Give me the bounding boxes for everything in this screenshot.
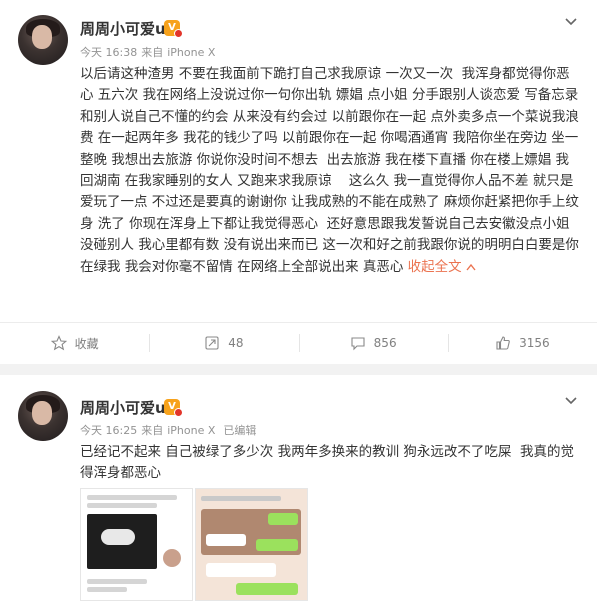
post-source[interactable]: iPhone X: [167, 424, 215, 437]
vip-badge-icon[interactable]: V: [164, 20, 183, 38]
vip-badge-icon[interactable]: V: [164, 399, 183, 417]
image-thumbnail-2[interactable]: [195, 488, 308, 601]
chevron-down-icon[interactable]: [563, 14, 579, 30]
favorite-label: 收藏: [74, 336, 99, 351]
comment-button[interactable]: 856: [298, 323, 448, 363]
star-icon: [50, 335, 67, 351]
edited-label[interactable]: 已编辑: [223, 424, 256, 437]
collapse-link[interactable]: 收起全文: [408, 259, 476, 275]
username[interactable]: 周周小可爱u: [80, 18, 166, 39]
image-thumbnail-1[interactable]: [80, 488, 193, 601]
post-source[interactable]: iPhone X: [167, 46, 215, 59]
chevron-up-icon: [466, 263, 476, 271]
source-prefix: 来自: [141, 46, 164, 59]
avatar[interactable]: [18, 15, 68, 65]
like-button[interactable]: 3156: [447, 323, 597, 363]
username[interactable]: 周周小可爱u: [80, 397, 166, 418]
avatar[interactable]: [18, 391, 68, 441]
chevron-down-icon[interactable]: [563, 393, 579, 409]
repost-button[interactable]: 48: [149, 323, 298, 363]
source-prefix: 来自: [141, 424, 164, 437]
thumbs-up-icon: [496, 336, 510, 350]
post-time: 今天 16:25: [80, 424, 138, 437]
comment-count: 856: [373, 336, 397, 350]
weibo-post-1: 周周小可爱u V 今天 16:38 来自 iPhone X 以后请这种渣男 不要在我…: [0, 0, 597, 364]
favorite-button[interactable]: 收藏: [0, 323, 149, 363]
post-body: 已经记不起来 自己被绿了多少次 我两年多换来的教训 狗永远改不了吃屎 我真的觉得…: [80, 444, 574, 482]
post-meta: 今天 16:25 来自 iPhone X 已编辑: [80, 422, 260, 438]
post-text: 以后请这种渣男 不要在我面前下跪打自己求我原谅 一次又一次 我浑身都觉得你恶心 …: [80, 64, 580, 278]
like-count: 3156: [519, 336, 550, 350]
comment-icon: [351, 337, 365, 351]
post-meta: 今天 16:38 来自 iPhone X: [80, 44, 219, 60]
post-divider: [0, 364, 597, 375]
repost-icon: [205, 336, 219, 350]
repost-count: 48: [228, 336, 244, 350]
post-body: 以后请这种渣男 不要在我面前下跪打自己求我原谅 一次又一次 我浑身都觉得你恶心 …: [80, 66, 583, 275]
action-bar: 收藏 48 856 3156: [0, 322, 597, 363]
post-time: 今天 16:38: [80, 46, 138, 59]
